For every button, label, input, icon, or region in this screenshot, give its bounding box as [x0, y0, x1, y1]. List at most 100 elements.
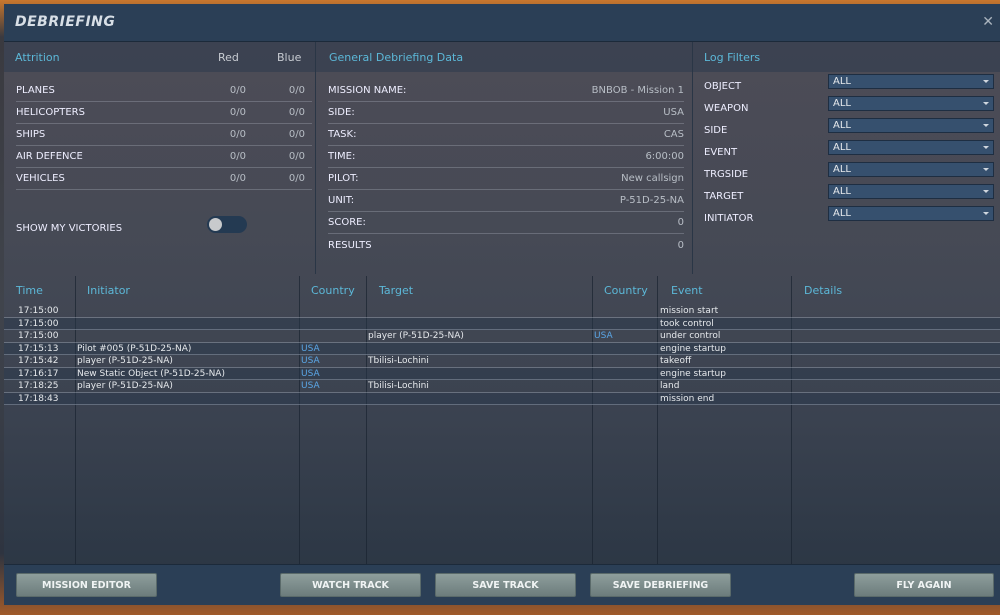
save-debriefing-button[interactable]: SAVE DEBRIEFING: [590, 573, 731, 597]
cell-time: 17:18:43: [18, 393, 59, 404]
attrition-label: PLANES: [16, 85, 55, 96]
cell-country: USA: [301, 356, 320, 366]
attrition-row: SHIPS 0/0 0/0: [16, 124, 312, 146]
cell-time: 17:15:00: [18, 306, 59, 316]
chevron-down-icon: [983, 212, 989, 215]
attrition-label: HELICOPTERS: [16, 107, 85, 118]
cell-time: 17:18:25: [18, 381, 59, 391]
filter-value: ALL: [833, 76, 851, 87]
red-value: 0/0: [229, 129, 246, 140]
filter-dropdown-initiator[interactable]: ALL: [828, 206, 994, 221]
column-header-country[interactable]: Country: [311, 284, 355, 297]
cell-event: land: [660, 381, 680, 391]
general-label: SIDE:: [328, 107, 355, 118]
cell-event: mission end: [660, 393, 715, 404]
cell-time: 17:15:42: [18, 356, 59, 366]
column-header-target[interactable]: Target: [379, 284, 413, 297]
cell-target: Tbilisi-Lochini: [368, 381, 429, 391]
cell-target: player (P-51D-25-NA): [368, 331, 464, 341]
table-row[interactable]: 17:15:42 player (P-51D-25-NA) USA Tbilisi-L…: [4, 355, 1000, 368]
filter-dropdown-object[interactable]: ALL: [828, 74, 994, 89]
general-row: MISSION NAME: BNBOB - Mission 1: [328, 80, 684, 102]
chevron-down-icon: [983, 146, 989, 149]
column-header-initiator[interactable]: Initiator: [87, 284, 130, 297]
red-value: 0/0: [229, 85, 246, 96]
debriefing-window: DEBRIEFING ✕ Attrition Red Blue PLANES 0/…: [4, 4, 1000, 605]
general-row: RESULTS 0: [328, 234, 684, 256]
filter-label: OBJECT: [704, 81, 742, 92]
cell-target-country: USA: [594, 331, 613, 341]
cell-event: engine startup: [660, 368, 726, 379]
title-bar: DEBRIEFING ✕: [4, 4, 1000, 42]
filter-label: WEAPON: [704, 103, 749, 114]
cell-event: under control: [660, 331, 721, 341]
attrition-label: VEHICLES: [16, 173, 65, 184]
filter-dropdown-target[interactable]: ALL: [828, 184, 994, 199]
chevron-down-icon: [983, 168, 989, 171]
column-header-details[interactable]: Details: [804, 284, 842, 297]
general-title: General Debriefing Data: [329, 50, 464, 64]
general-header: General Debriefing Data: [316, 42, 692, 72]
attrition-row: VEHICLES 0/0 0/0: [16, 168, 312, 190]
general-value: CAS: [663, 129, 684, 140]
column-header-time[interactable]: Time: [16, 284, 43, 297]
table-row[interactable]: 17:15:00 player (P-51D-25-NA) USA under con…: [4, 330, 1000, 343]
filter-value: ALL: [833, 208, 851, 219]
filter-value: ALL: [833, 186, 851, 197]
filter-dropdown-trgside[interactable]: ALL: [828, 162, 994, 177]
chevron-down-icon: [983, 80, 989, 83]
cell-event: mission start: [660, 306, 719, 316]
blue-value: 0/0: [288, 173, 305, 184]
table-row[interactable]: 17:16:17 New Static Object (P-51D-25-NA) U…: [4, 367, 1000, 380]
general-label: TIME:: [328, 151, 356, 162]
cell-event: took control: [660, 318, 714, 329]
show-victories-label: SHOW MY VICTORIES: [16, 223, 123, 234]
mission-editor-button[interactable]: MISSION EDITOR: [16, 573, 157, 597]
table-row[interactable]: 17:15:00 took control: [4, 317, 1000, 330]
filters-title: Log Filters: [704, 50, 761, 64]
filter-dropdown-event[interactable]: ALL: [828, 140, 994, 155]
col-blue: Blue: [277, 50, 302, 64]
chevron-down-icon: [983, 190, 989, 193]
column-header-event[interactable]: Event: [671, 284, 703, 297]
close-icon[interactable]: ✕: [982, 14, 994, 30]
general-value: 0: [677, 239, 684, 251]
blue-value: 0/0: [288, 129, 305, 140]
footer-bar: MISSION EDITOR WATCH TRACK SAVE TRACK SA…: [4, 564, 1000, 605]
general-row: TASK: CAS: [328, 124, 684, 146]
blue-value: 0/0: [288, 85, 305, 96]
general-label: PILOT:: [328, 173, 359, 184]
general-value: BNBOB - Mission 1: [591, 85, 684, 96]
column-header-country[interactable]: Country: [604, 284, 648, 297]
red-value: 0/0: [229, 107, 246, 118]
col-red: Red: [218, 50, 239, 64]
table-row[interactable]: 17:18:25 player (P-51D-25-NA) USA Tbilisi-L…: [4, 380, 1000, 393]
attrition-label: AIR DEFENCE: [16, 151, 83, 162]
cell-time: 17:16:17: [18, 368, 59, 379]
general-row: SIDE: USA: [328, 102, 684, 124]
table-row[interactable]: 17:15:00 mission start: [4, 305, 1000, 318]
table-row[interactable]: 17:15:13 Pilot #005 (P-51D-25-NA) USA engin…: [4, 342, 1000, 355]
general-value: 6:00:00: [645, 151, 684, 162]
general-label: TASK:: [328, 129, 357, 140]
general-label: MISSION NAME:: [328, 85, 407, 96]
cell-event: engine startup: [660, 343, 726, 354]
event-log-table: Time Initiator Country Target Country Event De…: [4, 276, 1000, 564]
watch-track-button[interactable]: WATCH TRACK: [280, 573, 421, 597]
general-value: P-51D-25-NA: [619, 195, 684, 206]
show-victories-toggle[interactable]: [207, 216, 247, 233]
cell-initiator: player (P-51D-25-NA): [77, 381, 173, 391]
attrition-row: PLANES 0/0 0/0: [16, 80, 312, 102]
table-row[interactable]: 17:18:43 mission end: [4, 392, 1000, 405]
attrition-row: AIR DEFENCE 0/0 0/0: [16, 146, 312, 168]
filter-dropdown-side[interactable]: ALL: [828, 118, 994, 133]
cell-initiator: New Static Object (P-51D-25-NA): [77, 368, 225, 379]
cell-initiator: player (P-51D-25-NA): [77, 356, 173, 366]
fly-again-button[interactable]: FLY AGAIN: [854, 573, 994, 597]
cell-country: USA: [301, 343, 320, 354]
general-row: PILOT: New callsign: [328, 168, 684, 190]
save-track-button[interactable]: SAVE TRACK: [435, 573, 576, 597]
attrition-panel: Attrition Red Blue PLANES 0/0 0/0 HELICOPTE…: [4, 42, 316, 274]
chevron-down-icon: [983, 124, 989, 127]
filter-dropdown-weapon[interactable]: ALL: [828, 96, 994, 111]
